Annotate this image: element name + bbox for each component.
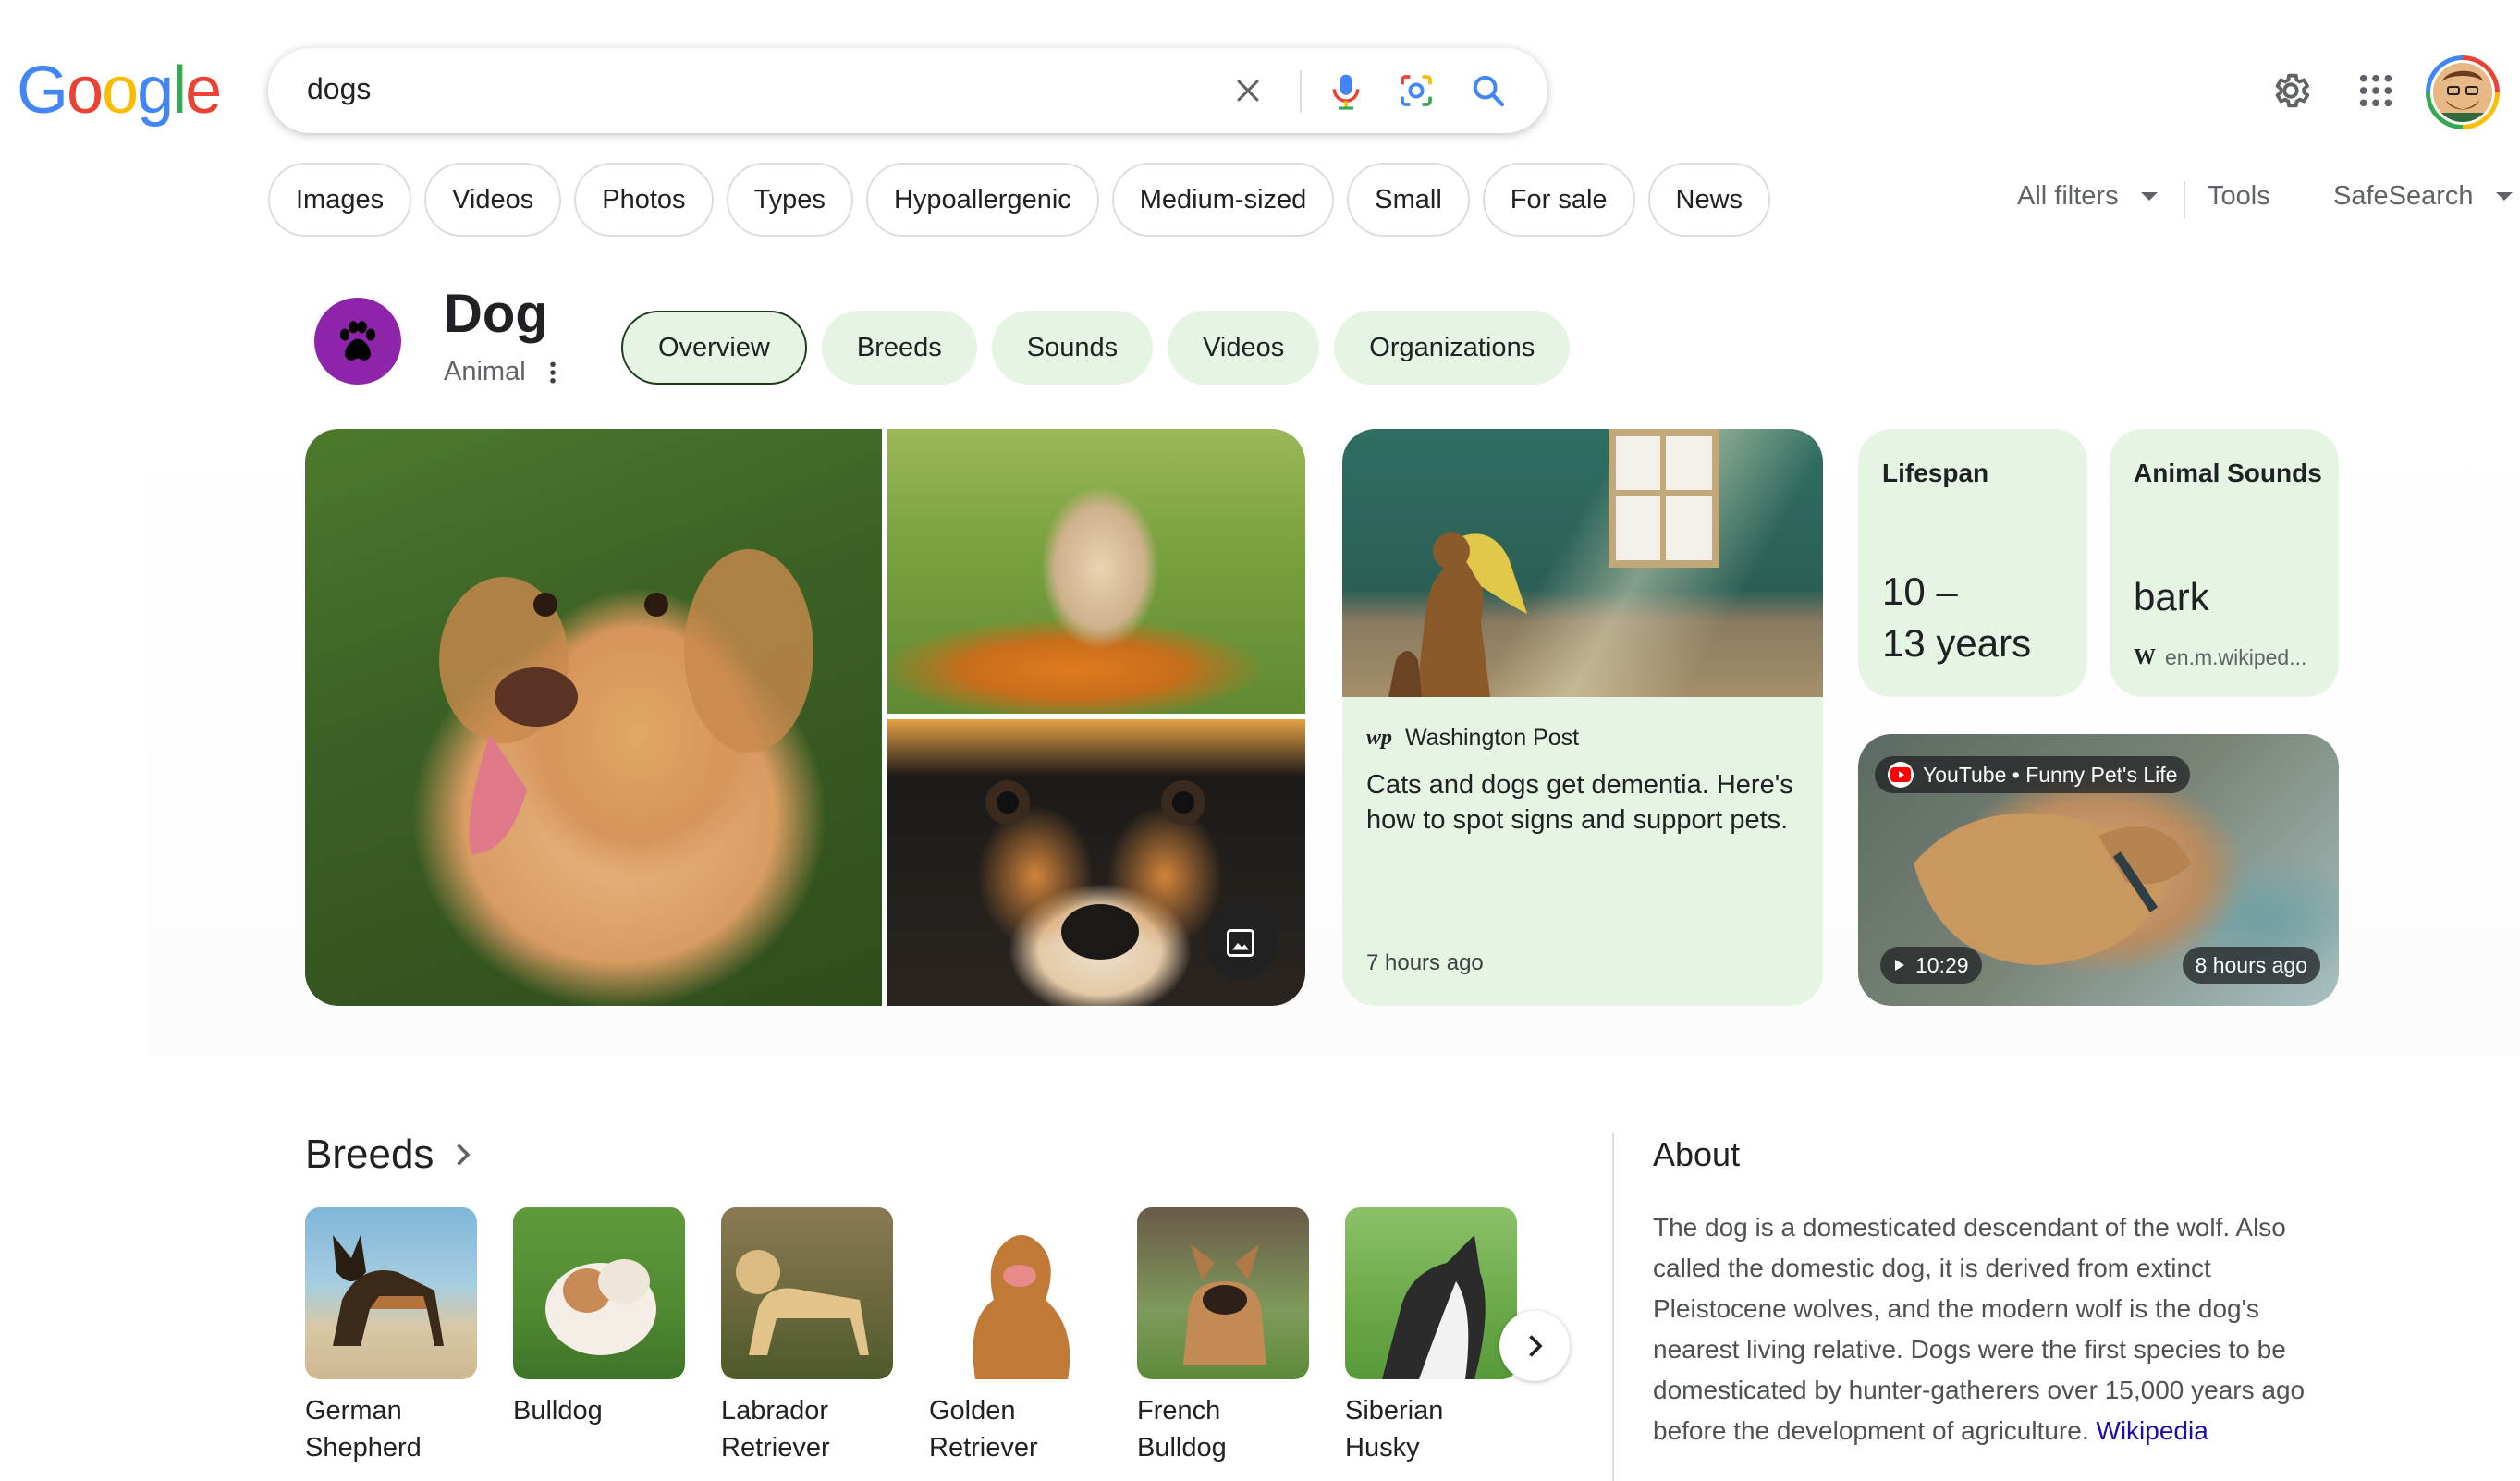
search-divider bbox=[1300, 70, 1302, 113]
chip-videos[interactable]: Videos bbox=[424, 163, 562, 237]
golden-retriever-image bbox=[973, 1235, 1070, 1379]
chip-for-sale[interactable]: For sale bbox=[1482, 163, 1635, 237]
entity-title: Dog bbox=[444, 284, 548, 344]
safesearch-button[interactable]: SafeSearch bbox=[2333, 181, 2513, 212]
settings-gear-icon[interactable] bbox=[2265, 65, 2317, 116]
safesearch-label: SafeSearch bbox=[2333, 181, 2474, 211]
account-avatar[interactable] bbox=[2426, 55, 2500, 129]
lifespan-value-line2: 13 years bbox=[1882, 621, 2032, 665]
tab-videos[interactable]: Videos bbox=[1168, 311, 1320, 385]
clear-icon[interactable] bbox=[1226, 68, 1270, 113]
bulldog-image bbox=[545, 1259, 656, 1355]
lifespan-card[interactable]: Lifespan 10 – 13 years bbox=[1858, 429, 2087, 697]
wikipedia-icon: W bbox=[2134, 645, 2156, 669]
search-input[interactable]: dogs bbox=[307, 72, 371, 106]
video-channel: YouTube • Funny Pet's Life bbox=[1923, 762, 2178, 787]
wikipedia-link[interactable]: Wikipedia bbox=[2096, 1416, 2208, 1445]
youtube-icon bbox=[1888, 762, 1914, 788]
breed-item[interactable]: French Bulldog bbox=[1137, 1207, 1309, 1466]
about-description: The dog is a domesticated descendant of … bbox=[1653, 1207, 2328, 1451]
tools-button[interactable]: Tools bbox=[2208, 181, 2270, 212]
video-time: 8 hours ago bbox=[2182, 947, 2320, 984]
more-options-icon[interactable] bbox=[545, 359, 560, 391]
tab-breeds[interactable]: Breeds bbox=[821, 311, 977, 385]
breeds-title: Breeds bbox=[305, 1132, 434, 1177]
chip-photos[interactable]: Photos bbox=[574, 163, 714, 237]
chip-hypoallergenic[interactable]: Hypoallergenic bbox=[865, 163, 1099, 237]
image-gallery-icon[interactable] bbox=[1204, 906, 1278, 980]
chip-images[interactable]: Images bbox=[268, 163, 412, 237]
filter-chips: Images Videos Photos Types Hypoallergeni… bbox=[268, 163, 1771, 237]
dog-image-main[interactable] bbox=[305, 429, 882, 1006]
breed-name: German Shepherd bbox=[305, 1396, 422, 1463]
chevron-down-icon bbox=[2495, 192, 2513, 201]
tools-label: Tools bbox=[2208, 181, 2270, 211]
video-channel-label: YouTube • Funny Pet's Life bbox=[1875, 756, 2191, 793]
breeds-next-button[interactable] bbox=[1499, 1311, 1570, 1381]
search-box[interactable]: dogs bbox=[268, 48, 1547, 133]
washington-post-logo: wp bbox=[1366, 726, 1393, 750]
breed-name: Golden Retriever bbox=[929, 1396, 1038, 1463]
search-icon[interactable] bbox=[1466, 68, 1511, 113]
news-headline[interactable]: Cats and dogs get dementia. Here's how t… bbox=[1366, 767, 1801, 838]
breed-item[interactable]: Golden Retriever bbox=[929, 1207, 1101, 1466]
chip-types[interactable]: Types bbox=[726, 163, 853, 237]
news-image bbox=[1342, 429, 1823, 697]
news-source-name: Washington Post bbox=[1405, 725, 1580, 751]
news-card[interactable]: wp Washington Post Cats and dogs get dem… bbox=[1342, 429, 1823, 1006]
all-filters-label: All filters bbox=[2017, 181, 2119, 211]
about-title: About bbox=[1653, 1135, 1741, 1173]
play-icon bbox=[1895, 960, 1904, 971]
chevron-right-icon bbox=[457, 1144, 471, 1166]
entity-subtitle: Animal bbox=[444, 357, 526, 386]
puppy-image[interactable] bbox=[887, 429, 1305, 714]
animal-sounds-label: Animal Sounds bbox=[2134, 459, 2322, 487]
breed-name: Siberian Husky bbox=[1345, 1396, 1444, 1463]
news-source: wp Washington Post bbox=[1366, 725, 1579, 752]
sound-source-url: en.m.wikiped... bbox=[2165, 645, 2307, 669]
labrador-retriever-image bbox=[736, 1250, 869, 1355]
chip-small[interactable]: Small bbox=[1347, 163, 1470, 237]
tab-overview[interactable]: Overview bbox=[621, 311, 807, 385]
animal-sound-value: bark bbox=[2134, 575, 2209, 618]
video-card[interactable]: YouTube • Funny Pet's Life 10:29 8 hours… bbox=[1858, 734, 2339, 1006]
tools-divider bbox=[2184, 181, 2185, 218]
chip-medium-sized[interactable]: Medium-sized bbox=[1111, 163, 1335, 237]
breed-name: French Bulldog bbox=[1137, 1396, 1227, 1463]
lifespan-label: Lifespan bbox=[1882, 459, 1989, 487]
breed-item[interactable]: German Shepherd bbox=[305, 1207, 477, 1466]
siberian-husky-image bbox=[1382, 1235, 1486, 1379]
breed-item[interactable]: Bulldog bbox=[513, 1207, 685, 1429]
video-duration: 10:29 bbox=[1915, 952, 1969, 977]
apps-grid-icon[interactable] bbox=[2350, 65, 2402, 116]
chip-news[interactable]: News bbox=[1647, 163, 1771, 237]
breed-item[interactable]: Siberian Husky bbox=[1345, 1207, 1517, 1466]
animal-sounds-card[interactable]: Animal Sounds bark W en.m.wikiped... bbox=[2110, 429, 2339, 697]
tab-organizations[interactable]: Organizations bbox=[1334, 311, 1571, 385]
chevron-right-icon bbox=[1529, 1335, 1543, 1357]
sound-source[interactable]: W en.m.wikiped... bbox=[2134, 645, 2306, 670]
breed-item[interactable]: Labrador Retriever bbox=[721, 1207, 893, 1466]
entity-tabs: Overview Breeds Sounds Videos Organizati… bbox=[621, 311, 1571, 385]
breed-name: Labrador Retriever bbox=[721, 1396, 830, 1463]
video-duration-badge: 10:29 bbox=[1880, 947, 1982, 984]
chevron-down-icon bbox=[2140, 192, 2158, 201]
german-shepherd-image bbox=[333, 1235, 444, 1346]
paw-icon bbox=[314, 298, 401, 385]
lifespan-value-line1: 10 – bbox=[1882, 569, 1958, 613]
breeds-heading[interactable]: Breeds bbox=[305, 1132, 472, 1178]
section-divider bbox=[1612, 1133, 1614, 1481]
lens-icon[interactable] bbox=[1394, 68, 1438, 113]
breed-name: Bulldog bbox=[513, 1396, 603, 1426]
microphone-icon[interactable] bbox=[1324, 68, 1368, 113]
french-bulldog-image bbox=[1183, 1244, 1266, 1365]
news-timestamp: 7 hours ago bbox=[1366, 950, 1484, 975]
google-logo[interactable]: Google bbox=[17, 54, 222, 128]
all-filters-button[interactable]: All filters bbox=[2017, 181, 2158, 212]
about-text: The dog is a domesticated descendant of … bbox=[1653, 1213, 2306, 1445]
tab-sounds[interactable]: Sounds bbox=[991, 311, 1154, 385]
